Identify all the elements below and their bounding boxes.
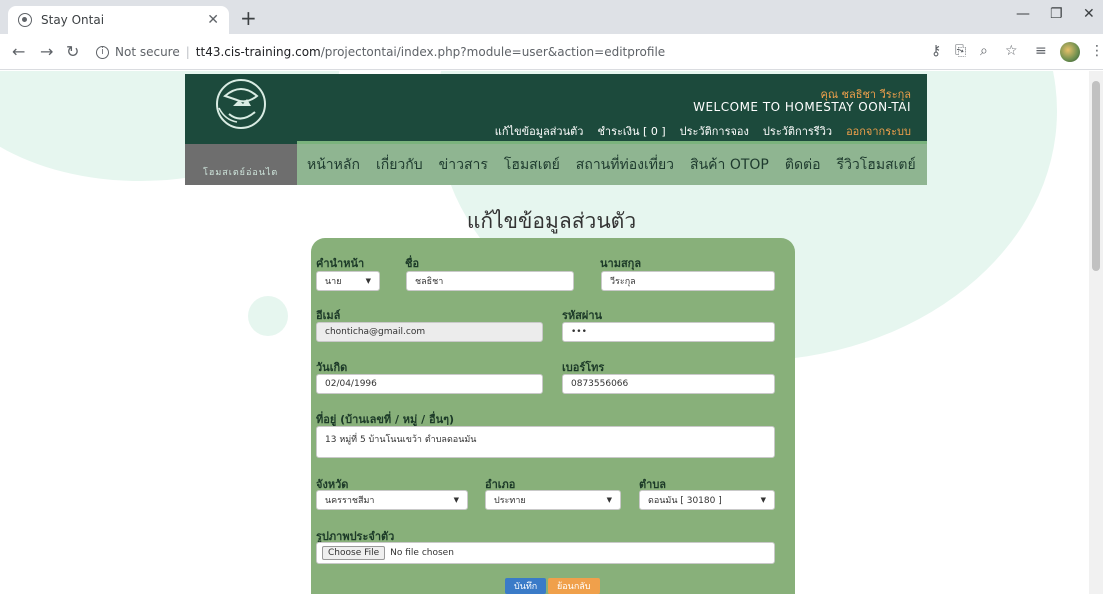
- province-select[interactable]: นครราชสีมา ▼: [316, 490, 468, 510]
- key-icon[interactable]: ⚷: [931, 43, 941, 59]
- nav-home[interactable]: หน้าหลัก: [307, 154, 360, 176]
- fish-logo-icon: [216, 79, 266, 129]
- save-button[interactable]: บันทึก: [505, 578, 547, 594]
- page-title: แก้ไขข้อมูลส่วนตัว: [466, 209, 637, 233]
- back-icon[interactable]: ←: [12, 42, 25, 61]
- menu-review-history[interactable]: ประวัติการรีวิว: [763, 122, 832, 140]
- password-field[interactable]: •••: [562, 322, 775, 342]
- site-header: โฮมสเตย์อ่อนไต คุณ ชลธิชา วีระกุล WELCOM…: [185, 74, 927, 185]
- photo-file-input[interactable]: Choose File No file chosen: [316, 542, 775, 564]
- nav-news[interactable]: ข่าวสาร: [439, 154, 488, 176]
- url-host: tt43.cis-training.com: [195, 45, 321, 59]
- reload-icon[interactable]: ↻: [66, 42, 79, 61]
- menu-payment[interactable]: ชำระเงิน [ 0 ]: [597, 122, 665, 140]
- menu-icon[interactable]: ⋮: [1090, 43, 1103, 59]
- address-bar: ← → ↻ i Not secure | tt43.cis-training.c…: [0, 34, 1103, 70]
- welcome-text: WELCOME TO HOMESTAY OON-TAI: [693, 100, 911, 114]
- phone-input[interactable]: 0873556066: [562, 374, 775, 394]
- star-icon[interactable]: ☆: [1005, 43, 1018, 59]
- minimize-icon[interactable]: —: [1016, 6, 1030, 22]
- close-tab-icon[interactable]: ✕: [207, 12, 219, 28]
- chevron-down-icon: ▼: [365, 277, 371, 285]
- district-select[interactable]: ประทาย ▼: [485, 490, 621, 510]
- scrollbar-thumb[interactable]: [1092, 81, 1100, 271]
- nav-reviews[interactable]: รีวิวโฮมสเตย์: [837, 154, 916, 176]
- lastname-label: นามสกุล: [600, 257, 642, 270]
- reading-list-icon[interactable]: ≡: [1035, 43, 1047, 59]
- scrollbar[interactable]: [1089, 71, 1103, 594]
- firstname-label: ชื่อ: [405, 257, 420, 270]
- nav-contact[interactable]: ติดต่อ: [785, 154, 821, 176]
- birthdate-input[interactable]: 02/04/1996: [316, 374, 543, 394]
- province-value: นครราชสีมา: [325, 496, 375, 506]
- nav-about[interactable]: เกี่ยวกับ: [376, 154, 423, 176]
- back-button[interactable]: ย้อนกลับ: [548, 578, 600, 594]
- subdistrict-select[interactable]: ดอนมัน [ 30180 ] ▼: [639, 490, 775, 510]
- district-value: ประทาย: [494, 496, 526, 506]
- globe-icon: [18, 13, 32, 27]
- menu-edit-profile[interactable]: แก้ไขข้อมูลส่วนตัว: [495, 122, 584, 140]
- url-path: /projectontai/index.php?module=user&acti…: [320, 45, 666, 59]
- main-nav: หน้าหลัก เกี่ยวกับ ข่าวสาร โฮมสเตย์ สถาน…: [297, 144, 927, 185]
- profile-avatar[interactable]: [1060, 42, 1080, 62]
- tab-title: Stay Ontai: [41, 13, 105, 27]
- subdistrict-value: ดอนมัน [ 30180 ]: [648, 496, 722, 506]
- forward-icon[interactable]: →: [40, 42, 53, 61]
- lastname-input[interactable]: วีระกุล: [601, 271, 775, 291]
- email-field: chonticha@gmail.com: [316, 322, 543, 342]
- file-status: No file chosen: [390, 548, 454, 558]
- nav-otop[interactable]: สินค้า OTOP: [690, 154, 769, 176]
- address-textarea[interactable]: 13 หมู่ที่ 5 บ้านโนนเขว้า ตำบลดอนมัน: [316, 426, 775, 458]
- bg-circle: [248, 296, 288, 336]
- chevron-down-icon: ▼: [453, 496, 459, 504]
- prefix-value: นาย: [325, 277, 342, 287]
- menu-booking-history[interactable]: ประวัติการจอง: [680, 122, 749, 140]
- profile-form: คำนำหน้า ชื่อ นามสกุล นาย ▼ ชลธิชา วีระก…: [311, 238, 795, 594]
- info-icon[interactable]: i: [96, 45, 109, 59]
- security-label: Not secure: [115, 45, 180, 59]
- nav-attractions[interactable]: สถานที่ท่องเที่ยว: [576, 154, 674, 176]
- translate-icon[interactable]: ⎘: [955, 43, 966, 59]
- logo-bar: โฮมสเตย์อ่อนไต: [185, 144, 297, 185]
- browser-tabbar: Stay Ontai ✕ + — ❐ ✕: [0, 0, 1103, 34]
- nav-homestay[interactable]: โฮมสเตย์: [504, 154, 560, 176]
- close-window-icon[interactable]: ✕: [1083, 6, 1095, 22]
- url-field[interactable]: i Not secure | tt43.cis-training.com /pr…: [96, 38, 916, 66]
- page-viewport: โฮมสเตย์อ่อนไต คุณ ชลธิชา วีระกุล WELCOM…: [0, 71, 1103, 594]
- menu-logout[interactable]: ออกจากระบบ: [846, 122, 911, 140]
- logo-text: โฮมสเตย์อ่อนไต: [203, 168, 279, 178]
- zoom-icon[interactable]: ⌕: [980, 43, 988, 59]
- browser-tab[interactable]: Stay Ontai ✕: [8, 6, 229, 34]
- firstname-input[interactable]: ชลธิชา: [406, 271, 574, 291]
- prefix-select[interactable]: นาย ▼: [316, 271, 380, 291]
- url-separator: |: [185, 45, 190, 59]
- chevron-down-icon: ▼: [760, 496, 766, 504]
- restore-icon[interactable]: ❐: [1050, 6, 1063, 22]
- user-menu: แก้ไขข้อมูลส่วนตัว ชำระเงิน [ 0 ] ประวัต…: [495, 122, 911, 140]
- chevron-down-icon: ▼: [606, 496, 612, 504]
- new-tab-icon[interactable]: +: [240, 8, 257, 28]
- choose-file-button[interactable]: Choose File: [322, 546, 386, 560]
- prefix-label: คำนำหน้า: [316, 257, 365, 270]
